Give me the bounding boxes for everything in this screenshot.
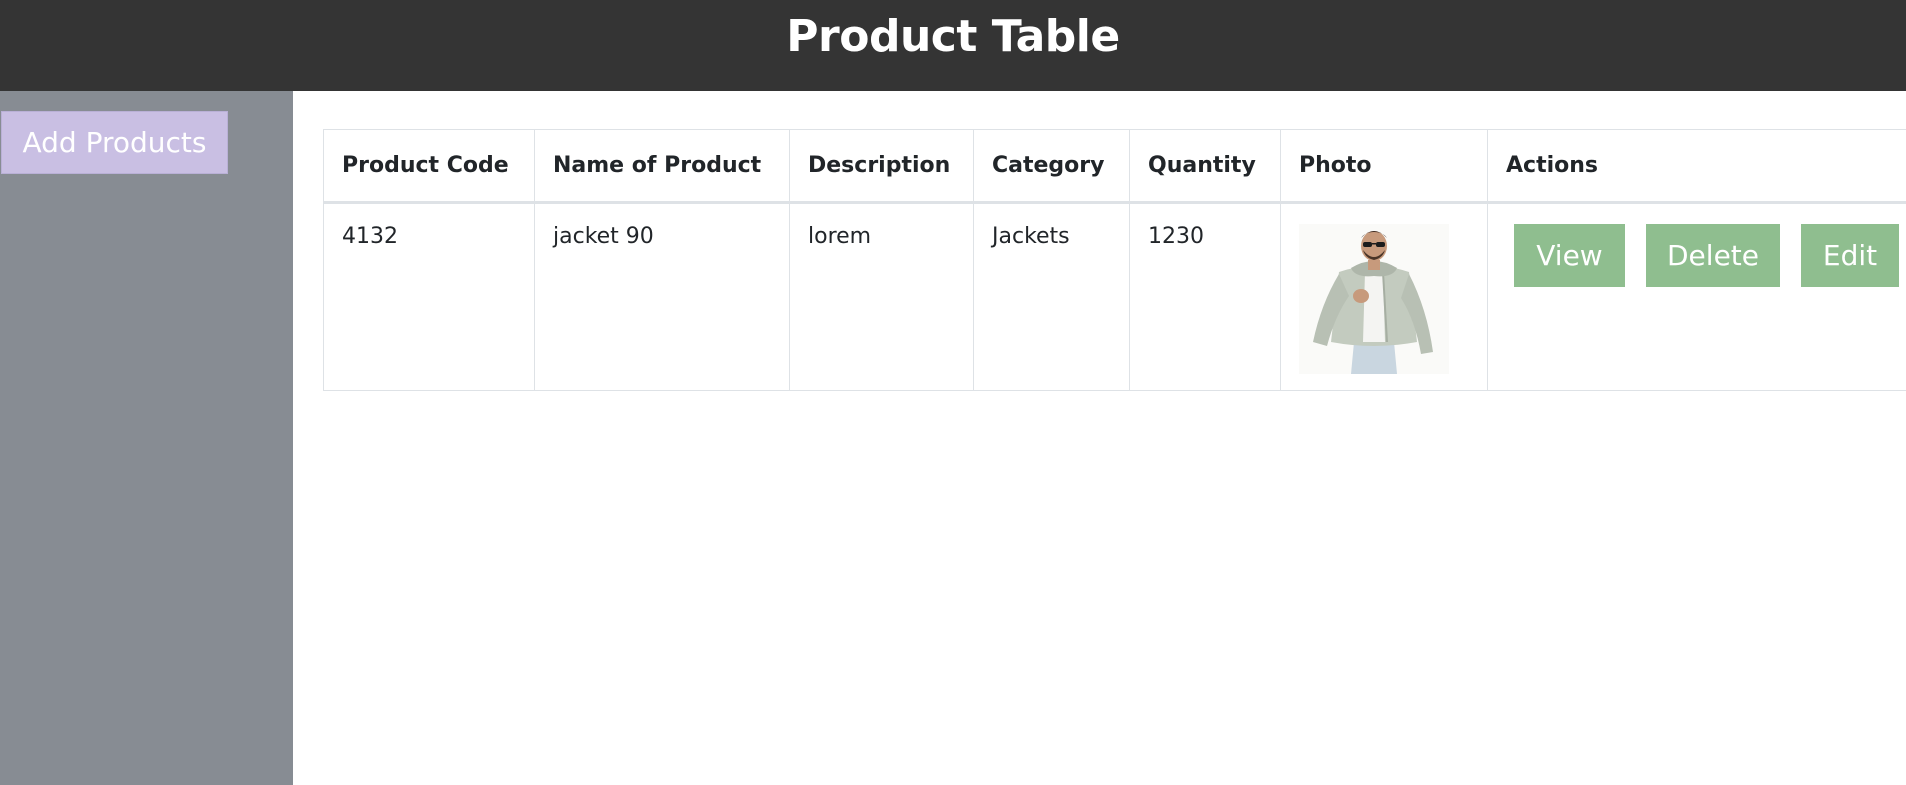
main-content: Product Code Name of Product Description… <box>293 91 1906 785</box>
row-actions: View Delete Edit <box>1506 224 1906 287</box>
cell-actions: View Delete Edit <box>1487 202 1906 391</box>
page-title: Product Table <box>786 11 1120 62</box>
man-in-jacket-photo <box>1299 224 1449 374</box>
page-header: Product Table <box>0 0 1906 91</box>
sidebar: Add Products <box>0 91 293 785</box>
product-table: Product Code Name of Product Description… <box>323 129 1906 391</box>
column-header-description: Description <box>789 129 974 204</box>
edit-button[interactable]: Edit <box>1801 224 1899 287</box>
view-button[interactable]: View <box>1514 224 1625 287</box>
cell-product-code: 4132 <box>323 202 535 391</box>
column-header-quantity: Quantity <box>1129 129 1281 204</box>
column-header-actions: Actions <box>1487 129 1906 204</box>
table-header-row: Product Code Name of Product Description… <box>323 129 1906 204</box>
cell-quantity: 1230 <box>1129 202 1281 391</box>
column-header-category: Category <box>973 129 1130 204</box>
cell-description: lorem <box>789 202 974 391</box>
cell-category: Jackets <box>973 202 1130 391</box>
product-photo <box>1299 224 1449 374</box>
column-header-photo: Photo <box>1280 129 1488 204</box>
delete-button[interactable]: Delete <box>1646 224 1780 287</box>
table-row: 4132 jacket 90 lorem Jackets 1230 View D… <box>323 202 1906 391</box>
cell-photo <box>1280 202 1488 391</box>
add-products-button[interactable]: Add Products <box>1 111 228 174</box>
column-header-product-code: Product Code <box>323 129 535 204</box>
column-header-name: Name of Product <box>534 129 790 204</box>
cell-product-name: jacket 90 <box>534 202 790 391</box>
